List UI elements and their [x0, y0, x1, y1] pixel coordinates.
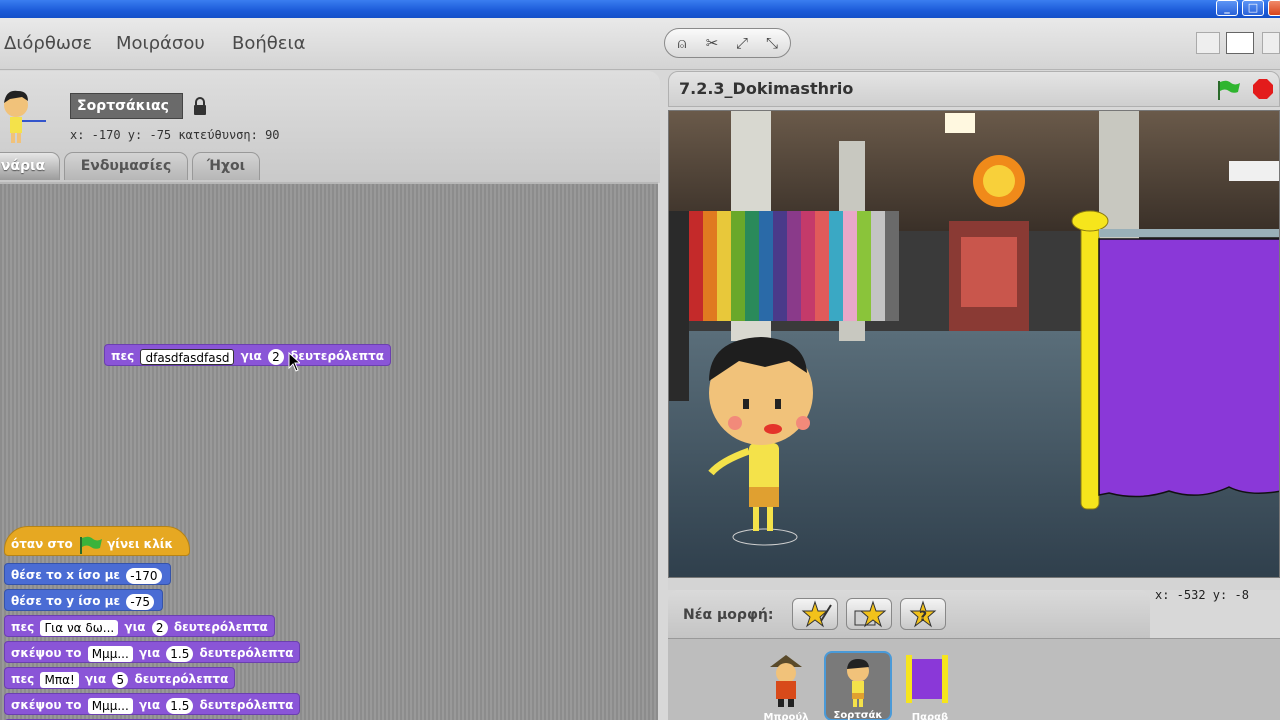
set-x-block[interactable]: θέσε το x ίσο με -170 — [4, 563, 171, 585]
block-label: γίνει κλίκ — [107, 537, 174, 551]
block-label: δευτερόλεπτα — [199, 698, 294, 712]
minimize-button[interactable]: _ — [1216, 0, 1238, 16]
block-label: για — [138, 698, 161, 712]
block-label: θέσε το x ίσο με — [11, 568, 121, 582]
new-sprite-bar: Νέα μορφή: ? — [668, 590, 1150, 638]
random-sprite-button[interactable]: ? — [900, 598, 946, 630]
think-text-input[interactable]: Μμμ... — [87, 697, 133, 714]
paint-star-icon — [801, 600, 832, 628]
stage-header: 7.2.3_Dokimasthrio — [668, 71, 1280, 107]
sprite-tile-name: Σορτσάκ — [833, 710, 883, 720]
sprite-tile[interactable]: Μπρούλ — [752, 651, 820, 720]
sprite-thumbnail-icon — [770, 655, 802, 707]
tab-scripts[interactable]: νάρια — [0, 152, 60, 180]
block-label: πες — [11, 672, 35, 686]
window-titlebar: _ □ — [0, 0, 1280, 18]
close-button[interactable] — [1268, 0, 1280, 16]
block-label: για — [240, 349, 262, 363]
green-flag-icon[interactable] — [1215, 79, 1241, 101]
think-text-input[interactable]: Μμμ... — [87, 645, 133, 662]
block-label: για — [124, 620, 146, 634]
new-sprite-label: Νέα μορφή: — [683, 607, 774, 623]
block-label: δευτερόλεπτα — [173, 620, 268, 634]
curtain-thumbnail-icon — [906, 655, 948, 703]
grow-icon[interactable]: ⤢ — [731, 33, 753, 55]
secs-input[interactable]: 2 — [267, 348, 284, 365]
tab-costumes[interactable]: Ενδυμασίες — [64, 152, 188, 180]
sprite-tile-name: Μπρούλ — [763, 712, 809, 720]
say-text-input[interactable]: Για να δω... — [40, 619, 119, 636]
mouse-coordinates: x: -532 y: -8 — [1155, 588, 1249, 602]
svg-text:?: ? — [919, 609, 927, 625]
folder-star-icon — [854, 600, 887, 628]
stop-sign-icon[interactable] — [1252, 78, 1274, 100]
secs-input[interactable]: 5 — [112, 671, 129, 688]
sprite-tile-selected[interactable]: Σορτσάκ — [824, 651, 892, 720]
lock-icon[interactable] — [192, 96, 208, 116]
block-label: για — [138, 646, 161, 660]
sprite-tile[interactable]: Παραβ — [896, 651, 964, 720]
choose-sprite-file-button[interactable] — [846, 598, 892, 630]
menu-help[interactable]: Βοήθεια — [232, 33, 305, 54]
stage-canvas[interactable] — [668, 110, 1280, 578]
sprite-coords: x: -170 y: -75 κατεύθυνση: 90 — [70, 128, 280, 142]
paint-new-sprite-button[interactable] — [792, 598, 838, 630]
say-text-input[interactable]: Μπα! — [40, 671, 79, 688]
menu-share[interactable]: Μοιράσου — [116, 33, 205, 54]
green-flag-icon — [79, 536, 102, 554]
sprite-tools: ⍝ ✂ ⤢ ⤡ — [664, 28, 791, 58]
say-for-secs-block[interactable]: πες Για να δω... για 2 δευτερόλεπτα — [4, 615, 275, 637]
block-label: δευτερόλεπτα — [199, 646, 294, 660]
menu-edit[interactable]: Διόρθωσε — [4, 33, 92, 54]
sprite-thumbnail-icon — [4, 90, 46, 143]
secs-input[interactable]: 1.5 — [166, 645, 194, 662]
shrink-icon[interactable]: ⤡ — [761, 33, 783, 55]
duplicate-stamp-icon[interactable]: ⍝ — [671, 33, 693, 55]
curtain-sprite[interactable] — [1071, 210, 1280, 510]
sprite-thumbnail-icon — [847, 659, 869, 707]
say-for-secs-block[interactable]: πες Μπα! για 5 δευτερόλεπτα — [4, 667, 236, 689]
block-label: για — [84, 672, 107, 686]
think-for-secs-block[interactable]: σκέψου το Μμμ... για 1.5 δευτερόλεπτα — [4, 641, 301, 663]
say-text-input[interactable]: dfasdfasdfasd — [140, 348, 235, 365]
small-stage-view-icon[interactable] — [1196, 32, 1220, 54]
delete-scissors-icon[interactable]: ✂ — [701, 33, 723, 55]
secs-input[interactable]: 2 — [151, 619, 168, 636]
project-title: 7.2.3_Dokimasthrio — [679, 79, 854, 98]
presentation-mode-icon[interactable] — [1262, 32, 1280, 54]
block-label: δευτερόλεπτα — [134, 672, 229, 686]
block-label: δευτερόλεπτα — [290, 349, 384, 363]
scripts-area[interactable]: πες dfasdfasdfasd για 2 δευτερόλεπτα ότα… — [0, 182, 658, 720]
sprites-list: Μπρούλ Σορτσάκ Παραβ — [668, 638, 1280, 720]
block-label: θέσε το y ίσο με — [11, 594, 121, 608]
set-y-block[interactable]: θέσε το y ίσο με -75 — [4, 589, 163, 611]
mouse-cursor-icon — [288, 352, 300, 372]
when-flag-clicked-hat[interactable]: όταν στο γίνει κλίκ — [4, 526, 190, 556]
secs-input[interactable]: 1.5 — [166, 697, 194, 714]
think-for-secs-block[interactable]: σκέψου το Μμμ... για 1.5 δευτερόλεπτα — [4, 693, 301, 715]
block-label: σκέψου το — [11, 698, 82, 712]
block-label: πες — [111, 349, 135, 363]
stage-backdrop-store — [669, 111, 1280, 577]
say-for-secs-block[interactable]: πες dfasdfasdfasd για 2 δευτερόλεπτα — [104, 344, 391, 366]
y-value-input[interactable]: -75 — [126, 593, 154, 610]
block-label: όταν στο — [11, 537, 73, 551]
question-star-icon: ? — [909, 600, 937, 628]
block-label: πες — [11, 620, 35, 634]
sprite-name-field[interactable]: Σορτσάκιας — [70, 93, 183, 119]
menu-bar: Διόρθωσε Μοιράσου Βοήθεια ⍝ ✂ ⤢ ⤡ — [0, 18, 1280, 70]
block-label: σκέψου το — [11, 646, 82, 660]
maximize-button[interactable]: □ — [1242, 0, 1264, 16]
sprite-tile-name: Παραβ — [911, 712, 949, 720]
normal-stage-view-icon[interactable] — [1226, 32, 1254, 54]
tab-sounds[interactable]: Ήχοι — [192, 152, 260, 180]
x-value-input[interactable]: -170 — [126, 567, 162, 584]
